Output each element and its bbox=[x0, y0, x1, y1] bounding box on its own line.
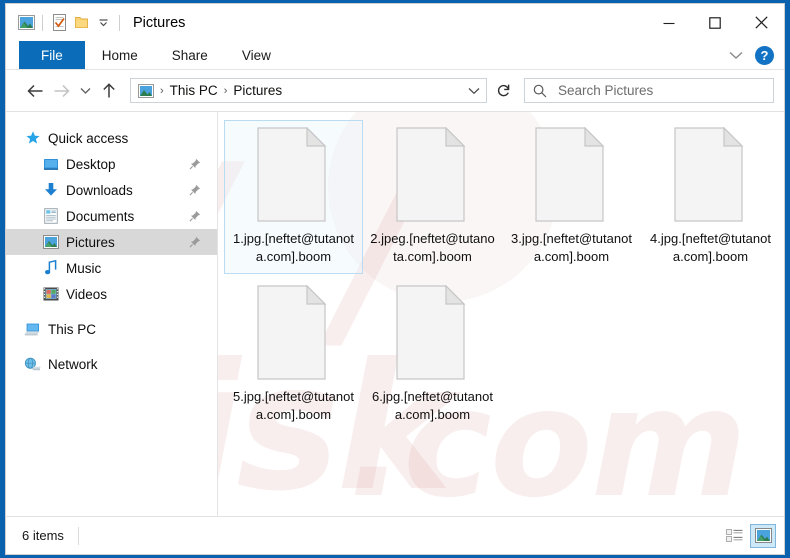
sidebar-item-label: Network bbox=[48, 356, 98, 372]
music-icon bbox=[42, 260, 59, 277]
pin-icon[interactable] bbox=[189, 184, 201, 196]
search-box[interactable]: Search Pictures bbox=[524, 78, 774, 103]
new-folder-icon[interactable] bbox=[70, 12, 92, 34]
sidebar-item-this-pc[interactable]: This PC bbox=[6, 316, 217, 342]
address-bar[interactable]: › This PC › Pictures bbox=[130, 78, 487, 103]
pin-icon[interactable] bbox=[189, 236, 201, 248]
minimize-button[interactable] bbox=[646, 4, 692, 41]
quick-access-toolbar: Pictures bbox=[6, 12, 185, 34]
file-grid: 1.jpg.[neftet@tutanota.com].boom 2.jpeg.… bbox=[224, 120, 784, 436]
file-item[interactable]: 5.jpg.[neftet@tutanota.com].boom bbox=[224, 278, 363, 432]
refresh-button[interactable] bbox=[488, 78, 518, 103]
file-name: 4.jpg.[neftet@tutanota.com].boom bbox=[650, 231, 771, 264]
sidebar-item-label: Quick access bbox=[48, 130, 129, 146]
view-mode-buttons bbox=[721, 523, 776, 548]
desktop-icon bbox=[42, 156, 59, 173]
status-bar: 6 items bbox=[6, 516, 784, 554]
ribbon-right-controls: ? bbox=[723, 41, 778, 70]
address-pictures-icon bbox=[138, 83, 154, 98]
file-name: 5.jpg.[neftet@tutanota.com].boom bbox=[233, 389, 354, 422]
qat-separator-1 bbox=[42, 14, 43, 31]
customize-qat-chevron-icon[interactable] bbox=[92, 12, 114, 34]
up-button[interactable] bbox=[96, 78, 122, 104]
pictures-icon bbox=[42, 234, 59, 251]
generic-file-icon bbox=[256, 127, 331, 222]
sidebar-item-pictures[interactable]: Pictures bbox=[6, 229, 217, 255]
sidebar-item-label: Desktop bbox=[66, 156, 116, 172]
sidebar-item-documents[interactable]: Documents bbox=[6, 203, 217, 229]
tab-share[interactable]: Share bbox=[155, 41, 225, 69]
title-bar: Pictures bbox=[6, 4, 784, 41]
generic-file-icon bbox=[395, 127, 470, 222]
sidebar-item-quick-access[interactable]: Quick access bbox=[6, 125, 217, 151]
tab-view[interactable]: View bbox=[225, 41, 288, 69]
sidebar-item-label: Documents bbox=[66, 208, 135, 224]
this-pc-icon bbox=[24, 321, 41, 338]
tab-file[interactable]: File bbox=[19, 41, 85, 69]
sidebar-item-label: Pictures bbox=[66, 234, 115, 250]
sidebar-item-label: Videos bbox=[66, 286, 108, 302]
properties-icon[interactable] bbox=[48, 12, 70, 34]
qat-separator-2 bbox=[119, 14, 120, 31]
back-button[interactable] bbox=[22, 78, 48, 104]
item-count-text: 6 items bbox=[22, 528, 64, 543]
search-icon bbox=[533, 84, 547, 98]
sidebar-item-music[interactable]: Music bbox=[6, 255, 217, 281]
breadcrumb-this-pc[interactable]: This PC bbox=[170, 83, 218, 98]
file-name: 3.jpg.[neftet@tutanota.com].boom bbox=[511, 231, 632, 264]
sidebar-item-network[interactable]: Network bbox=[6, 351, 217, 377]
maximize-button[interactable] bbox=[692, 4, 738, 41]
navigation-pane: Quick access Desktop Downloads Documents… bbox=[6, 112, 218, 516]
sidebar-item-desktop[interactable]: Desktop bbox=[6, 151, 217, 177]
details-view-button[interactable] bbox=[721, 524, 747, 548]
large-icons-view-button[interactable] bbox=[750, 523, 776, 548]
expand-ribbon-chevron-icon[interactable] bbox=[723, 43, 749, 69]
status-separator bbox=[77, 526, 79, 545]
sidebar-item-label: This PC bbox=[48, 321, 97, 337]
tab-home[interactable]: Home bbox=[85, 41, 155, 69]
generic-file-icon bbox=[534, 127, 609, 222]
breadcrumb-pictures[interactable]: Pictures bbox=[233, 83, 282, 98]
downloads-icon bbox=[42, 182, 59, 199]
help-button[interactable]: ? bbox=[755, 46, 774, 65]
search-input[interactable]: Search Pictures bbox=[558, 83, 653, 98]
documents-icon bbox=[42, 208, 59, 225]
file-item[interactable]: 6.jpg.[neftet@tutanota.com].boom bbox=[363, 278, 502, 432]
forward-button[interactable] bbox=[48, 78, 74, 104]
address-dropdown-chevron-icon[interactable] bbox=[460, 87, 480, 95]
file-list-pane[interactable]: / / risk .com 1.jpg.[neftet@tutanota.com… bbox=[218, 112, 784, 516]
sidebar-item-label: Downloads bbox=[66, 182, 133, 198]
file-name: 2.jpeg.[neftet@tutanota.com].boom bbox=[370, 231, 495, 264]
file-item[interactable]: 4.jpg.[neftet@tutanota.com].boom bbox=[641, 120, 780, 274]
breadcrumb-separator-2: › bbox=[223, 84, 228, 97]
breadcrumb-separator-1: › bbox=[160, 84, 164, 97]
sidebar-gap-1 bbox=[6, 307, 217, 316]
window-title: Pictures bbox=[133, 14, 186, 31]
pictures-folder-icon[interactable] bbox=[15, 12, 37, 34]
pin-icon[interactable] bbox=[189, 210, 201, 222]
star-icon bbox=[24, 130, 41, 147]
address-bar-row: › This PC › Pictures Search Pictures bbox=[6, 70, 784, 111]
sidebar-item-label: Music bbox=[66, 260, 102, 276]
sidebar-item-downloads[interactable]: Downloads bbox=[6, 177, 217, 203]
sidebar-item-videos[interactable]: Videos bbox=[6, 281, 217, 307]
network-icon bbox=[24, 356, 41, 373]
generic-file-icon bbox=[256, 285, 331, 380]
sidebar-gap-2 bbox=[6, 342, 217, 351]
generic-file-icon bbox=[395, 285, 470, 380]
file-item[interactable]: 3.jpg.[neftet@tutanota.com].boom bbox=[502, 120, 641, 274]
videos-icon bbox=[42, 286, 59, 303]
ribbon-tab-bar: File Home Share View ? bbox=[6, 41, 784, 70]
window-controls bbox=[646, 4, 784, 41]
file-item[interactable]: 2.jpeg.[neftet@tutanota.com].boom bbox=[363, 120, 502, 274]
file-name: 6.jpg.[neftet@tutanota.com].boom bbox=[372, 389, 493, 422]
explorer-window: Pictures File Home Share View ? › This P… bbox=[5, 3, 785, 555]
recent-locations-chevron-icon[interactable] bbox=[74, 78, 96, 104]
file-item[interactable]: 1.jpg.[neftet@tutanota.com].boom bbox=[224, 120, 363, 274]
close-button[interactable] bbox=[738, 4, 784, 41]
pin-icon[interactable] bbox=[189, 158, 201, 170]
explorer-body: Quick access Desktop Downloads Documents… bbox=[6, 111, 784, 516]
file-name: 1.jpg.[neftet@tutanota.com].boom bbox=[233, 231, 354, 264]
generic-file-icon bbox=[673, 127, 748, 222]
